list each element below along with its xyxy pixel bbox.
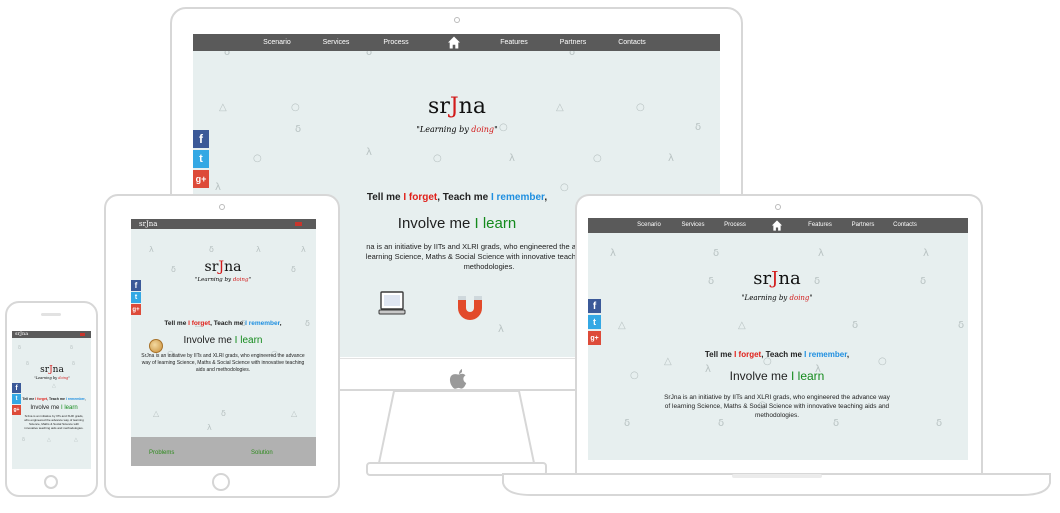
tablet-home-button[interactable] bbox=[212, 473, 230, 491]
twitter-icon[interactable]: t bbox=[193, 150, 209, 168]
desktop-stand bbox=[366, 390, 547, 477]
tagline: "Learning by doing" bbox=[416, 125, 498, 134]
srjna-logo: srJna bbox=[40, 365, 64, 375]
google-plus-icon[interactable]: g+ bbox=[193, 170, 209, 188]
tablet-screen: λ δ λ λ δ δ △ δ δ ○ ○ △ δ △ λ srJna f t … bbox=[131, 219, 316, 466]
phone-speaker bbox=[41, 313, 61, 316]
nav-process[interactable]: Process bbox=[383, 34, 408, 51]
monitor-teaching-aid-icon bbox=[378, 291, 406, 315]
apple-logo-icon bbox=[448, 368, 468, 390]
srjna-logo: srJna bbox=[428, 94, 486, 119]
involve-heading: Involve me I learn bbox=[397, 215, 517, 232]
tagline: "Learning by doing" bbox=[34, 376, 70, 380]
tablet-nav-bar: srJna bbox=[131, 219, 316, 229]
tablet-footer-band: Problems Solution bbox=[131, 437, 316, 466]
google-plus-icon[interactable]: g+ bbox=[131, 304, 141, 315]
laptop-social-bar: f t g+ bbox=[588, 299, 601, 345]
facebook-icon[interactable]: f bbox=[131, 280, 141, 291]
facebook-icon[interactable]: f bbox=[588, 299, 601, 313]
srjna-logo: srJna bbox=[753, 268, 801, 289]
laptop-background-pattern: λ δ λ λ δ δ δ △ △ δ δ △ ○ ○ λ λ ○ ○ δ δ … bbox=[610, 248, 965, 429]
motto-quote: Tell me I forget, Teach me I remember, bbox=[366, 192, 548, 203]
tagline: "Learning by doing" bbox=[741, 294, 813, 302]
phone-screen: δ δ δ δ △ δ △ △ srJna f t g+ srJna "Lear… bbox=[12, 331, 91, 469]
menu-icon[interactable] bbox=[80, 333, 85, 336]
nav-scenario[interactable]: Scenario bbox=[263, 34, 291, 51]
laptop-screen: λ δ λ λ δ δ δ △ △ δ δ △ ○ ○ λ λ ○ ○ δ δ … bbox=[588, 218, 968, 460]
intro-description: SrJna is an initiative by IITs and XLRI … bbox=[141, 353, 305, 373]
nav-partners[interactable]: Partners bbox=[560, 34, 586, 51]
phone-home-button[interactable] bbox=[44, 475, 58, 489]
phone-social-bar: f t g+ bbox=[12, 383, 21, 415]
intro-description: SrJna is an initiative by IITs and XLRI … bbox=[24, 414, 84, 430]
nav-process[interactable]: Process bbox=[724, 218, 746, 233]
motto-quote: Tell me I forget, Teach me I remember, bbox=[22, 397, 86, 401]
facebook-icon[interactable]: f bbox=[12, 383, 21, 393]
twitter-icon[interactable]: t bbox=[588, 315, 601, 329]
twitter-icon[interactable]: t bbox=[12, 394, 21, 404]
phone-nav-bar: srJna bbox=[12, 331, 91, 338]
intro-description: SrJna is an initiative by IITs and XLRI … bbox=[664, 394, 890, 419]
tagline: "Learning by doing" bbox=[194, 277, 252, 283]
tablet-social-bar: f t g+ bbox=[131, 280, 141, 315]
google-plus-icon[interactable]: g+ bbox=[588, 331, 601, 345]
involve-heading: Involve me I learn bbox=[729, 369, 825, 383]
desktop-camera bbox=[454, 17, 460, 23]
home-icon[interactable] bbox=[448, 36, 461, 56]
nav-services[interactable]: Services bbox=[323, 34, 350, 51]
facebook-icon[interactable]: f bbox=[193, 130, 209, 148]
nav-features[interactable]: Features bbox=[808, 218, 832, 233]
srjna-logo: srJna bbox=[204, 259, 242, 275]
desktop-nav-bar: Scenario Services Process Features Partn… bbox=[193, 34, 720, 51]
coin-icon bbox=[149, 339, 163, 353]
motto-quote: Tell me I forget, Teach me I remember, bbox=[704, 350, 850, 359]
mini-logo: srJna bbox=[139, 220, 158, 228]
google-plus-icon[interactable]: g+ bbox=[12, 405, 21, 415]
involve-heading: Involve me I learn bbox=[183, 335, 263, 346]
nav-features[interactable]: Features bbox=[500, 34, 528, 51]
nav-scenario[interactable]: Scenario bbox=[637, 218, 661, 233]
laptop-camera bbox=[775, 204, 781, 210]
home-icon[interactable] bbox=[771, 220, 783, 238]
nav-contacts[interactable]: Contacts bbox=[893, 218, 917, 233]
motto-quote: Tell me I forget, Teach me I remember, bbox=[164, 320, 282, 327]
tablet-camera bbox=[219, 204, 225, 210]
mini-logo: srJna bbox=[15, 331, 29, 337]
nav-services[interactable]: Services bbox=[681, 218, 704, 233]
nav-contacts[interactable]: Contacts bbox=[618, 34, 646, 51]
magnet-icon bbox=[455, 293, 485, 323]
solution-link[interactable]: Solution bbox=[251, 450, 273, 456]
desktop-social-bar: f t g+ bbox=[193, 130, 209, 188]
nav-partners[interactable]: Partners bbox=[852, 218, 875, 233]
laptop-base bbox=[502, 473, 1051, 497]
involve-heading: Involve me I learn bbox=[30, 405, 78, 411]
menu-icon[interactable] bbox=[295, 222, 302, 226]
twitter-icon[interactable]: t bbox=[131, 292, 141, 303]
problems-link[interactable]: Problems bbox=[149, 450, 174, 456]
laptop-nav-bar: Scenario Services Process Features Partn… bbox=[588, 218, 968, 233]
